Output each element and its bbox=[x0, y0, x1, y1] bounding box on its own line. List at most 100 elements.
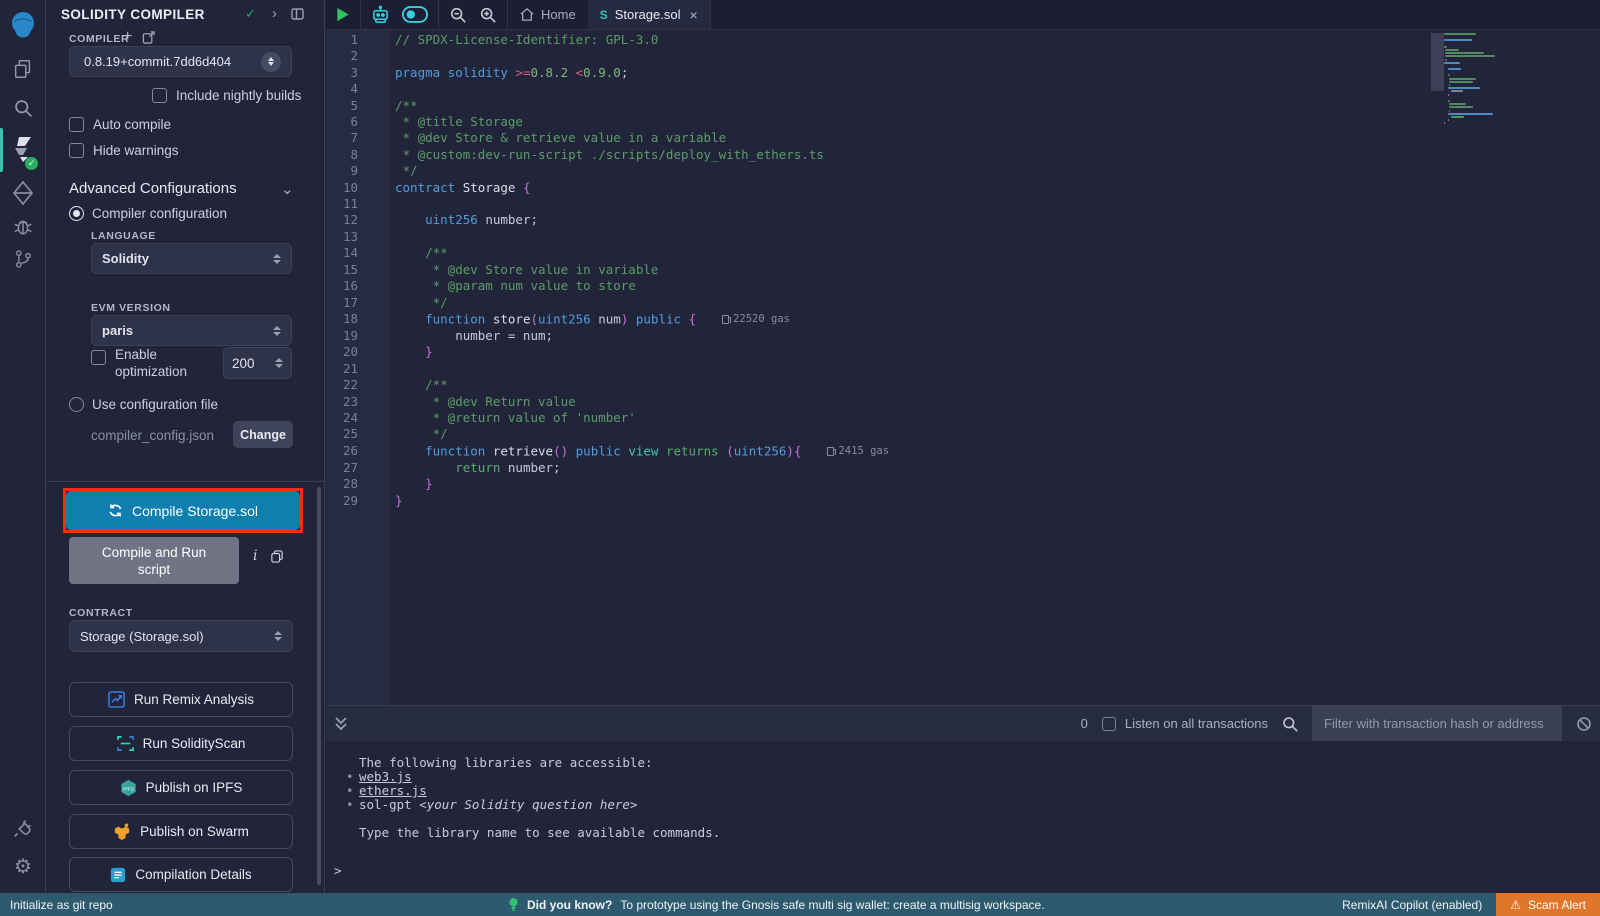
language-select[interactable]: Solidity bbox=[91, 243, 292, 274]
code-line[interactable]: 20 } bbox=[326, 344, 1600, 360]
code-line[interactable]: 3pragma solidity >=0.8.2 <0.9.0; bbox=[326, 65, 1600, 81]
listen-transactions-toggle[interactable]: Listen on all transactions bbox=[1102, 716, 1268, 731]
info-icon[interactable]: i bbox=[253, 548, 257, 564]
editor-minimap[interactable] bbox=[1444, 30, 1556, 125]
panel-scrollbar[interactable] bbox=[317, 487, 321, 885]
copy-icon[interactable] bbox=[271, 550, 283, 563]
code-line[interactable]: 17 */ bbox=[326, 295, 1600, 311]
code-line[interactable]: 2 bbox=[326, 48, 1600, 64]
play-icon[interactable] bbox=[336, 7, 350, 22]
terminal-prompt[interactable]: > bbox=[334, 863, 342, 878]
use-config-file-radio[interactable] bbox=[69, 397, 84, 412]
git-branch-icon[interactable] bbox=[0, 247, 46, 271]
filter-transactions-input[interactable] bbox=[1312, 706, 1562, 742]
code-line[interactable]: 28 } bbox=[326, 476, 1600, 492]
line-number: 15 bbox=[326, 262, 374, 278]
code-line[interactable]: 15 * @dev Store value in variable bbox=[326, 262, 1600, 278]
evm-version-select[interactable]: paris bbox=[91, 315, 292, 346]
code-line[interactable]: 7 * @dev Store & retrieve value in a var… bbox=[326, 130, 1600, 146]
terminal[interactable]: The following libraries are accessible: … bbox=[326, 741, 1600, 893]
publish-swarm-button[interactable]: Publish on Swarm bbox=[69, 814, 293, 849]
advanced-configurations-title[interactable]: Advanced Configurations bbox=[69, 180, 237, 197]
close-tab-icon[interactable]: × bbox=[689, 7, 697, 23]
zoom-in-icon[interactable] bbox=[479, 6, 497, 24]
editor-scrollbar[interactable] bbox=[1431, 33, 1444, 91]
git-init-status[interactable]: Initialize as git repo bbox=[10, 898, 113, 912]
code-line[interactable]: 26 function retrieve() public view retur… bbox=[326, 443, 1600, 460]
auto-compile-checkbox[interactable] bbox=[69, 117, 84, 132]
code-line[interactable]: 19 number = num; bbox=[326, 328, 1600, 344]
compiled-check-icon: ✓ bbox=[245, 6, 256, 22]
code-line[interactable]: 16 * @param num value to store bbox=[326, 278, 1600, 294]
copilot-status[interactable]: RemixAI Copilot (enabled) bbox=[1342, 898, 1482, 912]
add-compiler-icon[interactable]: + bbox=[123, 28, 132, 46]
tab-home[interactable]: Home bbox=[508, 0, 588, 29]
compile-button[interactable]: Compile Storage.sol bbox=[66, 491, 300, 530]
terminal-search-icon[interactable] bbox=[1282, 716, 1298, 732]
solidity-compiler-icon[interactable]: ✓ bbox=[0, 131, 46, 167]
ethers-link[interactable]: ethers.js bbox=[359, 783, 427, 798]
contract-select[interactable]: Storage (Storage.sol) bbox=[69, 620, 293, 652]
compiler-version-select[interactable]: 0.8.19+commit.7dd6d404 bbox=[69, 46, 292, 77]
code-line[interactable]: 6 * @title Storage bbox=[326, 114, 1600, 130]
code-line[interactable]: 22 /** bbox=[326, 377, 1600, 393]
code-line[interactable]: 24 * @return value of 'number' bbox=[326, 410, 1600, 426]
zoom-out-icon[interactable] bbox=[449, 6, 467, 24]
compiler-config-radio[interactable] bbox=[69, 206, 84, 221]
code-line[interactable]: 21 bbox=[326, 361, 1600, 377]
code-line[interactable]: 18 function store(uint256 num) public {2… bbox=[326, 311, 1600, 328]
run-remix-analysis-button[interactable]: Run Remix Analysis bbox=[69, 682, 293, 717]
chevron-right-icon[interactable]: › bbox=[272, 5, 277, 22]
code-line[interactable]: 27 return number; bbox=[326, 460, 1600, 476]
settings-gear-icon[interactable]: ⚙ bbox=[0, 853, 46, 879]
code-line[interactable]: 12 uint256 number; bbox=[326, 212, 1600, 228]
search-icon[interactable] bbox=[0, 95, 46, 121]
enable-optimization-checkbox[interactable] bbox=[91, 350, 106, 365]
copilot-toggle-icon[interactable] bbox=[402, 6, 428, 23]
line-number: 24 bbox=[326, 410, 374, 426]
code-line[interactable]: 8 * @custom:dev-run-script ./scripts/dep… bbox=[326, 147, 1600, 163]
change-config-button[interactable]: Change bbox=[233, 421, 293, 448]
code-line[interactable]: 25 */ bbox=[326, 426, 1600, 442]
plugin-manager-icon[interactable] bbox=[0, 815, 46, 841]
debugger-bug-icon[interactable] bbox=[0, 214, 46, 238]
code-line[interactable]: 9 */ bbox=[326, 163, 1600, 179]
version-spinner-icon bbox=[261, 52, 281, 72]
code-line[interactable]: 13 bbox=[326, 229, 1600, 245]
scam-alert-button[interactable]: ⚠ Scam Alert bbox=[1496, 893, 1600, 916]
enable-optimization-label: Enable optimization bbox=[115, 346, 205, 380]
run-solidityscan-button[interactable]: Run SolidityScan bbox=[69, 726, 293, 761]
chevron-down-icon[interactable]: ⌄ bbox=[281, 180, 294, 198]
listen-checkbox[interactable] bbox=[1102, 717, 1116, 731]
config-file-name[interactable]: compiler_config.json bbox=[91, 428, 214, 443]
code-line[interactable]: 10contract Storage { bbox=[326, 180, 1600, 196]
contract-value: Storage (Storage.sol) bbox=[80, 629, 204, 644]
pin-panel-icon[interactable] bbox=[291, 8, 304, 20]
collapse-terminal-icon[interactable] bbox=[334, 716, 348, 732]
optimization-runs-input[interactable]: 200 bbox=[223, 347, 292, 379]
ai-robot-icon[interactable] bbox=[371, 5, 390, 24]
code-line[interactable]: 29} bbox=[326, 493, 1600, 509]
code-line[interactable]: 14 /** bbox=[326, 245, 1600, 261]
deploy-run-icon[interactable] bbox=[0, 180, 46, 206]
icon-rail: ✓ ⚙ bbox=[0, 0, 46, 893]
code-line[interactable]: 1// SPDX-License-Identifier: GPL-3.0 bbox=[326, 32, 1600, 48]
file-explorer-icon[interactable] bbox=[0, 56, 46, 82]
ban-icon[interactable] bbox=[1576, 716, 1592, 732]
nightly-builds-checkbox[interactable] bbox=[152, 88, 167, 103]
hide-warnings-checkbox[interactable] bbox=[69, 143, 84, 158]
line-number: 23 bbox=[326, 394, 374, 410]
remix-logo-icon[interactable] bbox=[0, 6, 46, 44]
compilation-details-button[interactable]: Compilation Details bbox=[69, 857, 293, 892]
line-number: 9 bbox=[326, 163, 374, 179]
code-line[interactable]: 5/** bbox=[326, 98, 1600, 114]
publish-ipfs-button[interactable]: IPFS Publish on IPFS bbox=[69, 770, 293, 805]
open-file-icon[interactable] bbox=[142, 31, 155, 44]
web3-link[interactable]: web3.js bbox=[359, 769, 412, 784]
code-line[interactable]: 4 bbox=[326, 81, 1600, 97]
tab-storage-sol[interactable]: S Storage.sol × bbox=[588, 0, 711, 29]
code-editor[interactable]: 1// SPDX-License-Identifier: GPL-3.02 3p… bbox=[326, 30, 1600, 705]
code-line[interactable]: 23 * @dev Return value bbox=[326, 394, 1600, 410]
compile-run-script-button[interactable]: Compile and Run script bbox=[69, 537, 239, 584]
code-line[interactable]: 11 bbox=[326, 196, 1600, 212]
